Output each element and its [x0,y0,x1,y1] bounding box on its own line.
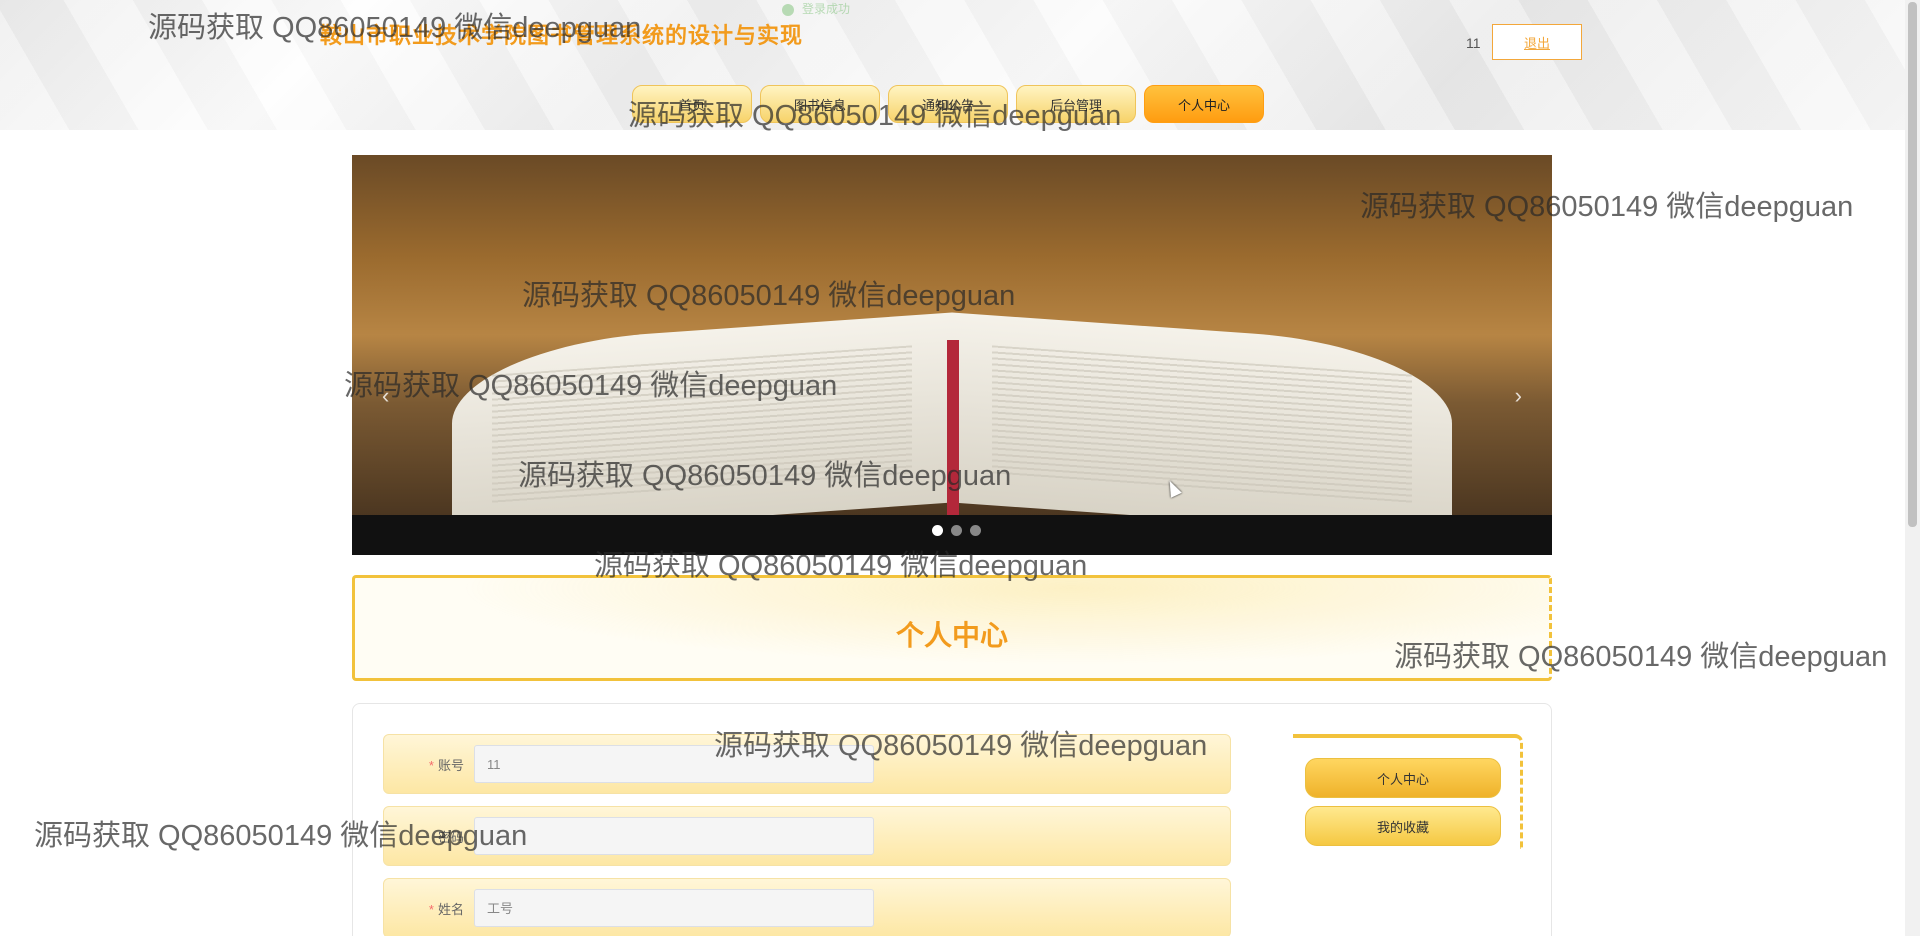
nav-home[interactable]: 首页 [632,85,752,123]
password-input[interactable] [474,817,874,855]
carousel-dot[interactable] [970,525,981,536]
carousel-indicators [932,525,981,536]
main-nav: 首页 图书信息 通知公告 后台管理 个人中心 [632,85,1264,123]
side-menu: 个人中心 我的收藏 [1293,734,1523,849]
carousel-dot[interactable] [932,525,943,536]
header: 鞍山市职业技术学院图书管理系统的设计与实现 登录成功 11 退出 首页 图书信息… [0,0,1905,130]
open-book-image [452,312,1452,550]
form-row-name: * 姓名 工号 [383,878,1231,936]
page: 鞍山市职业技术学院图书管理系统的设计与实现 登录成功 11 退出 首页 图书信息… [0,0,1920,936]
nav-notices[interactable]: 通知公告 [888,85,1008,123]
nav-admin[interactable]: 后台管理 [1016,85,1136,123]
login-toast: 登录成功 [782,0,850,17]
nav-personal-center[interactable]: 个人中心 [1144,85,1264,123]
side-my-favorites-button[interactable]: 我的收藏 [1305,806,1501,846]
password-label: 密码 [437,830,464,845]
check-icon [782,3,794,16]
form-row-account: * 账号 11 [383,734,1231,794]
page-scrollbar[interactable] [1905,0,1920,936]
scroll-thumb[interactable] [1908,2,1917,527]
section-header: 个人中心 [352,575,1552,681]
carousel-dot[interactable] [951,525,962,536]
name-input[interactable]: 工号 [474,889,874,927]
carousel-prev-icon[interactable]: ‹ [382,383,389,409]
account-label: * 账号 [428,758,464,773]
side-personal-center-button[interactable]: 个人中心 [1305,758,1501,798]
name-label: * 姓名 [428,902,464,917]
form-row-password: 密码 [383,806,1231,866]
logout-button[interactable]: 退出 [1492,24,1582,60]
banner-carousel[interactable]: ‹ › [352,155,1552,555]
section-title: 个人中心 [895,620,1008,651]
username: 11 [1466,35,1481,51]
carousel-next-icon[interactable]: › [1515,383,1522,409]
nav-book-info[interactable]: 图书信息 [760,85,880,123]
toast-text: 登录成功 [802,2,851,16]
account-input[interactable]: 11 [474,745,874,783]
profile-panel: * 账号 11 密码 * 姓名 工号 个人中心 我的收藏 [352,703,1552,936]
site-title: 鞍山市职业技术学院图书管理系统的设计与实现 [320,23,804,48]
